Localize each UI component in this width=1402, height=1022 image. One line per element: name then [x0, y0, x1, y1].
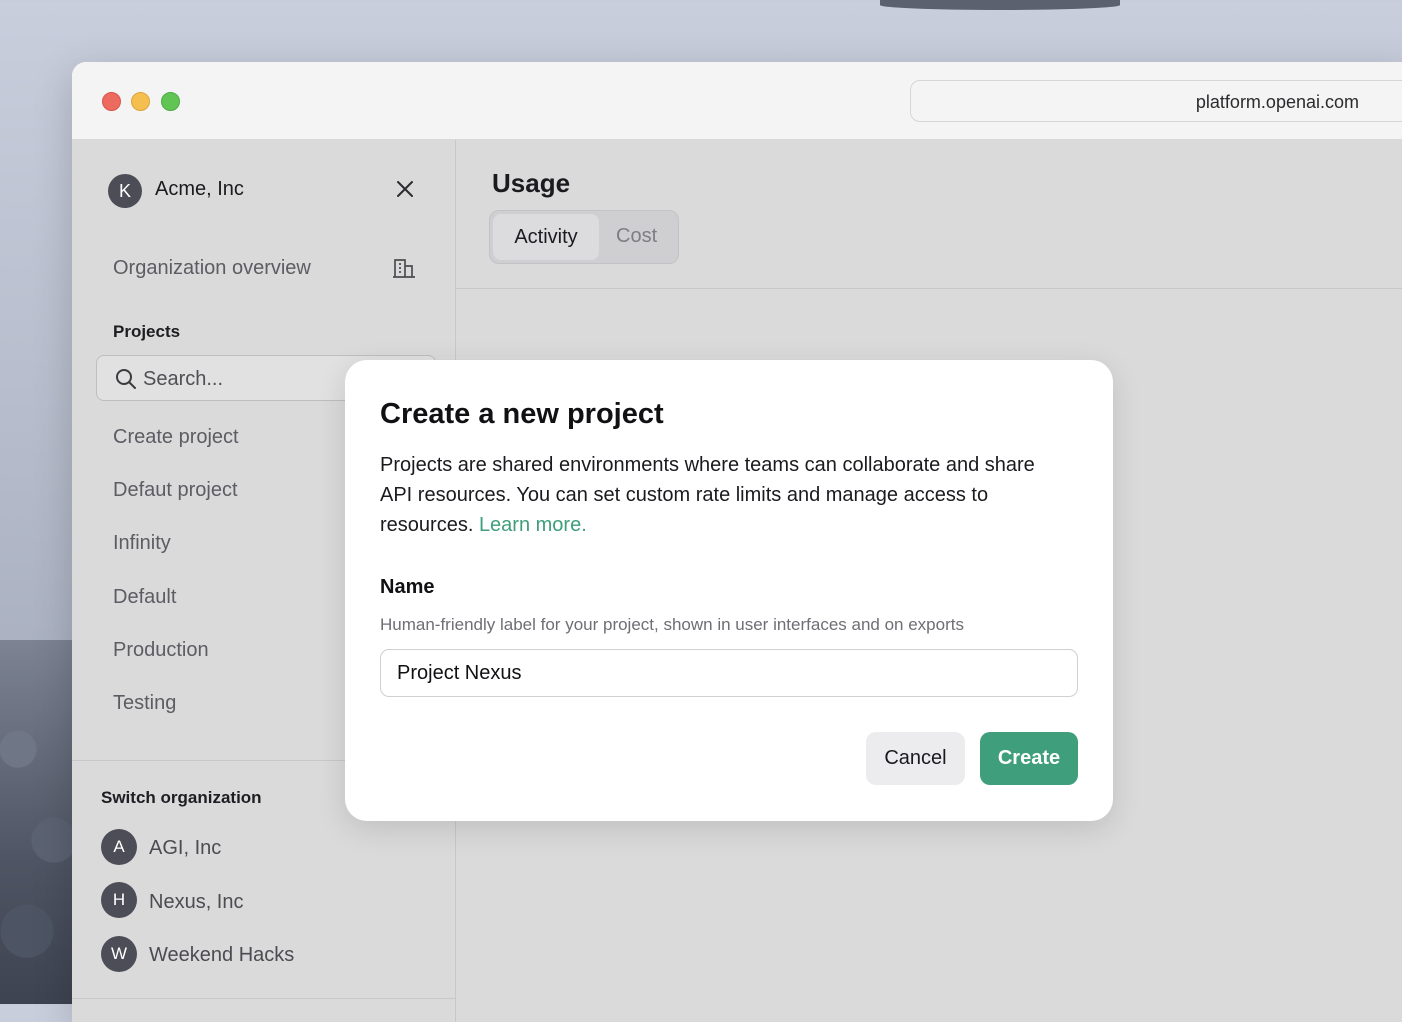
close-icon[interactable]: [394, 178, 416, 200]
org-avatar: K: [108, 174, 142, 208]
name-field-label: Name: [380, 576, 435, 598]
create-project-modal: Create a new project Projects are shared…: [345, 360, 1113, 821]
current-org-name[interactable]: Acme, Inc: [155, 178, 244, 201]
search-placeholder: Search...: [143, 368, 224, 390]
org-avatar-agi: A: [101, 829, 137, 865]
switch-org-agi[interactable]: AGI, Inc: [149, 837, 221, 860]
window-close-icon[interactable]: [102, 92, 121, 111]
switch-org-nexus[interactable]: Nexus, Inc: [149, 891, 243, 914]
create-button[interactable]: Create: [980, 732, 1078, 785]
window-minimize-icon[interactable]: [131, 92, 150, 111]
project-item-infinity[interactable]: Infinity: [113, 532, 171, 555]
main-divider: [456, 288, 1402, 289]
switch-org-weekend-hacks[interactable]: Weekend Hacks: [149, 944, 294, 967]
create-project-link[interactable]: Create project: [113, 426, 239, 449]
tab-cost[interactable]: Cost: [616, 225, 657, 248]
window-maximize-icon[interactable]: [161, 92, 180, 111]
address-bar[interactable]: platform.openai.com: [910, 80, 1402, 122]
project-item-default[interactable]: Default: [113, 586, 176, 609]
project-item-production[interactable]: Production: [113, 639, 209, 662]
name-field-help: Human-friendly label for your project, s…: [380, 615, 964, 634]
cancel-button[interactable]: Cancel: [866, 732, 965, 785]
org-avatar-nexus: H: [101, 882, 137, 918]
modal-description: Projects are shared environments where t…: [380, 450, 1070, 540]
learn-more-link[interactable]: Learn more.: [479, 514, 587, 536]
search-icon: [116, 369, 136, 389]
projects-heading: Projects: [113, 322, 181, 341]
organization-overview-link[interactable]: Organization overview: [113, 257, 311, 280]
project-item-defaut[interactable]: Defaut project: [113, 479, 238, 502]
org-avatar-weekend: W: [101, 936, 137, 972]
modal-title: Create a new project: [380, 398, 664, 430]
usage-tabs: Activity Cost: [489, 210, 679, 264]
address-bar-url: platform.openai.com: [1195, 92, 1359, 112]
sidebar-bottom-divider: [72, 998, 455, 999]
tab-activity[interactable]: Activity: [493, 214, 599, 260]
page-title: Usage: [492, 168, 571, 198]
building-icon: [393, 259, 415, 278]
background-island: [880, 0, 1120, 10]
switch-organization-heading: Switch organization: [101, 788, 262, 807]
project-item-testing[interactable]: Testing: [113, 692, 176, 715]
project-name-input[interactable]: [380, 649, 1078, 697]
browser-titlebar: platform.openai.com: [72, 62, 1402, 140]
